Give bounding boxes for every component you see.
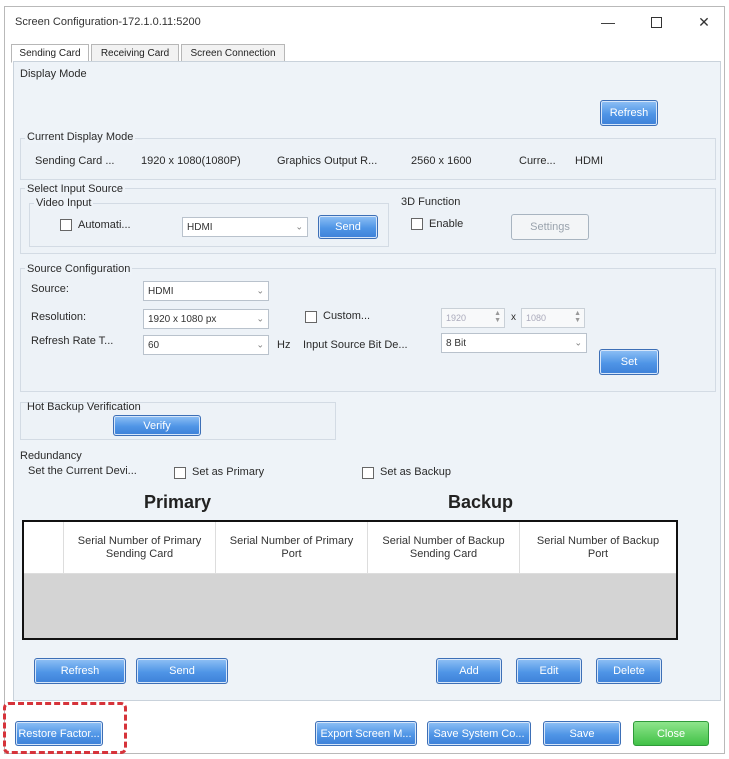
video-input-select-value: HDMI [187,221,213,233]
screen-configuration-window: Screen Configuration-172.1.0.11:5200 — ✕… [3,6,725,754]
3d-function-group: 3D Function Enable Settings [395,196,685,247]
set-backup-checkbox[interactable] [362,467,374,479]
current-display-mode-title: Current Display Mode [25,131,136,143]
column-primary-sending-card[interactable]: Serial Number of Primary Sending Card [64,522,216,574]
verify-button[interactable]: Verify [113,415,201,436]
chevron-down-icon: ⌄ [256,339,264,350]
set-current-device-label: Set the Current Devi... [28,465,137,477]
set-backup-label: Set as Backup [380,466,451,478]
custom-height-input[interactable]: 1080 ▲ ▼ [521,308,585,328]
auto-checkbox[interactable] [60,219,72,231]
delete-button[interactable]: Delete [596,658,662,684]
edit-button[interactable]: Edit [516,658,582,684]
hz-label: Hz [277,339,291,351]
custom-width-value: 1920 [446,313,467,323]
graphics-output-label: Graphics Output R... [277,155,378,167]
source-label: Source: [31,283,69,295]
redundancy-group: Redundancy Set the Current Devi... Set a… [16,448,718,698]
hot-backup-group: Hot Backup Verification Verify [20,401,336,440]
bit-depth-select-value: 8 Bit [446,337,467,349]
redundancy-refresh-button[interactable]: Refresh [34,658,126,684]
display-mode-title: Display Mode [20,68,87,80]
refresh-rate-select[interactable]: 60 ⌄ [143,335,269,355]
3d-function-title: 3D Function [401,196,461,208]
custom-height-value: 1080 [526,313,547,323]
bit-depth-label: Input Source Bit De... [303,339,408,351]
column-backup-port[interactable]: Serial Number of Backup Port [520,522,676,574]
refresh-rate-label: Refresh Rate T... [31,335,114,347]
set-primary-label: Set as Primary [192,466,265,478]
sending-card-mode-value: 1920 x 1080(1080P) [141,155,241,167]
video-input-select[interactable]: HDMI ⌄ [182,217,308,237]
resolution-label: Resolution: [31,311,87,323]
primary-heading: Primary [144,492,212,512]
title-bar: Screen Configuration-172.1.0.11:5200 — ✕ [5,7,724,37]
source-select-value: HDMI [148,285,174,297]
table-header-blank [24,522,64,574]
spin-arrows-icon: ▲ ▼ [494,310,501,324]
video-send-button[interactable]: Send [318,215,378,239]
3d-settings-button[interactable]: Settings [511,214,589,240]
select-input-source-group: Select Input Source Video Input Automati… [20,183,716,254]
chevron-down-icon: ⌄ [256,285,264,296]
maximize-icon[interactable] [643,11,669,33]
redundancy-send-button[interactable]: Send [136,658,228,684]
backup-heading: Backup [448,492,514,512]
save-system-config-button[interactable]: Save System Co... [427,721,531,746]
current-input-label: Curre... [519,155,556,167]
enable-3d-checkbox[interactable] [411,218,423,230]
current-input-value: HDMI [575,155,604,167]
custom-resolution-label: Custom... [323,310,371,322]
tab-screen-connection[interactable]: Screen Connection [181,44,285,62]
video-input-title: Video Input [34,197,94,209]
set-source-button[interactable]: Set [599,349,659,375]
column-backup-sending-card[interactable]: Serial Number of Backup Sending Card [368,522,520,574]
current-display-mode-group: Current Display Mode Sending Card ... 19… [20,131,716,180]
close-button[interactable]: Close [633,721,709,746]
display-refresh-button[interactable]: Refresh [600,100,658,126]
source-select[interactable]: HDMI ⌄ [143,281,269,301]
redundancy-table[interactable]: Serial Number of Primary Sending Card Se… [22,520,678,640]
redundancy-title: Redundancy [20,450,82,462]
tab-receiving-card[interactable]: Receiving Card [91,44,179,62]
spin-arrows-icon: ▲ ▼ [574,310,581,324]
enable-3d-label: Enable [429,218,464,230]
custom-resolution-checkbox[interactable] [305,311,317,323]
source-configuration-group: Source Configuration Source: HDMI ⌄ Reso… [20,263,716,392]
times-symbol: x [511,312,516,323]
video-input-group: Video Input Automati... HDMI ⌄ Send [29,197,389,247]
chevron-down-icon: ⌄ [295,221,303,232]
save-button[interactable]: Save [543,721,621,746]
table-header: Serial Number of Primary Sending Card Se… [24,522,676,574]
resolution-select-value: 1920 x 1080 px [148,313,217,325]
column-primary-port[interactable]: Serial Number of Primary Port [216,522,368,574]
resolution-select[interactable]: 1920 x 1080 px ⌄ [143,309,269,329]
chevron-down-icon: ⌄ [574,337,582,348]
bit-depth-select[interactable]: 8 Bit ⌄ [441,333,587,353]
window-title: Screen Configuration-172.1.0.11:5200 [15,16,201,28]
restore-factory-button[interactable]: Restore Factor... [15,721,103,746]
auto-label: Automati... [78,219,131,231]
chevron-down-icon: ⌄ [256,313,264,324]
minimize-icon[interactable]: — [595,11,621,33]
refresh-rate-select-value: 60 [148,339,160,351]
close-icon[interactable]: ✕ [691,11,717,33]
source-configuration-title: Source Configuration [25,263,133,275]
sending-card-mode-label: Sending Card ... [35,155,115,167]
set-primary-checkbox[interactable] [174,467,186,479]
sending-card-panel: Display Mode Refresh Current Display Mod… [13,61,721,701]
add-button[interactable]: Add [436,658,502,684]
graphics-output-value: 2560 x 1600 [411,155,472,167]
select-input-source-title: Select Input Source [25,183,126,195]
export-screen-button[interactable]: Export Screen M... [315,721,417,746]
custom-width-input[interactable]: 1920 ▲ ▼ [441,308,505,328]
hot-backup-title: Hot Backup Verification [27,401,141,413]
